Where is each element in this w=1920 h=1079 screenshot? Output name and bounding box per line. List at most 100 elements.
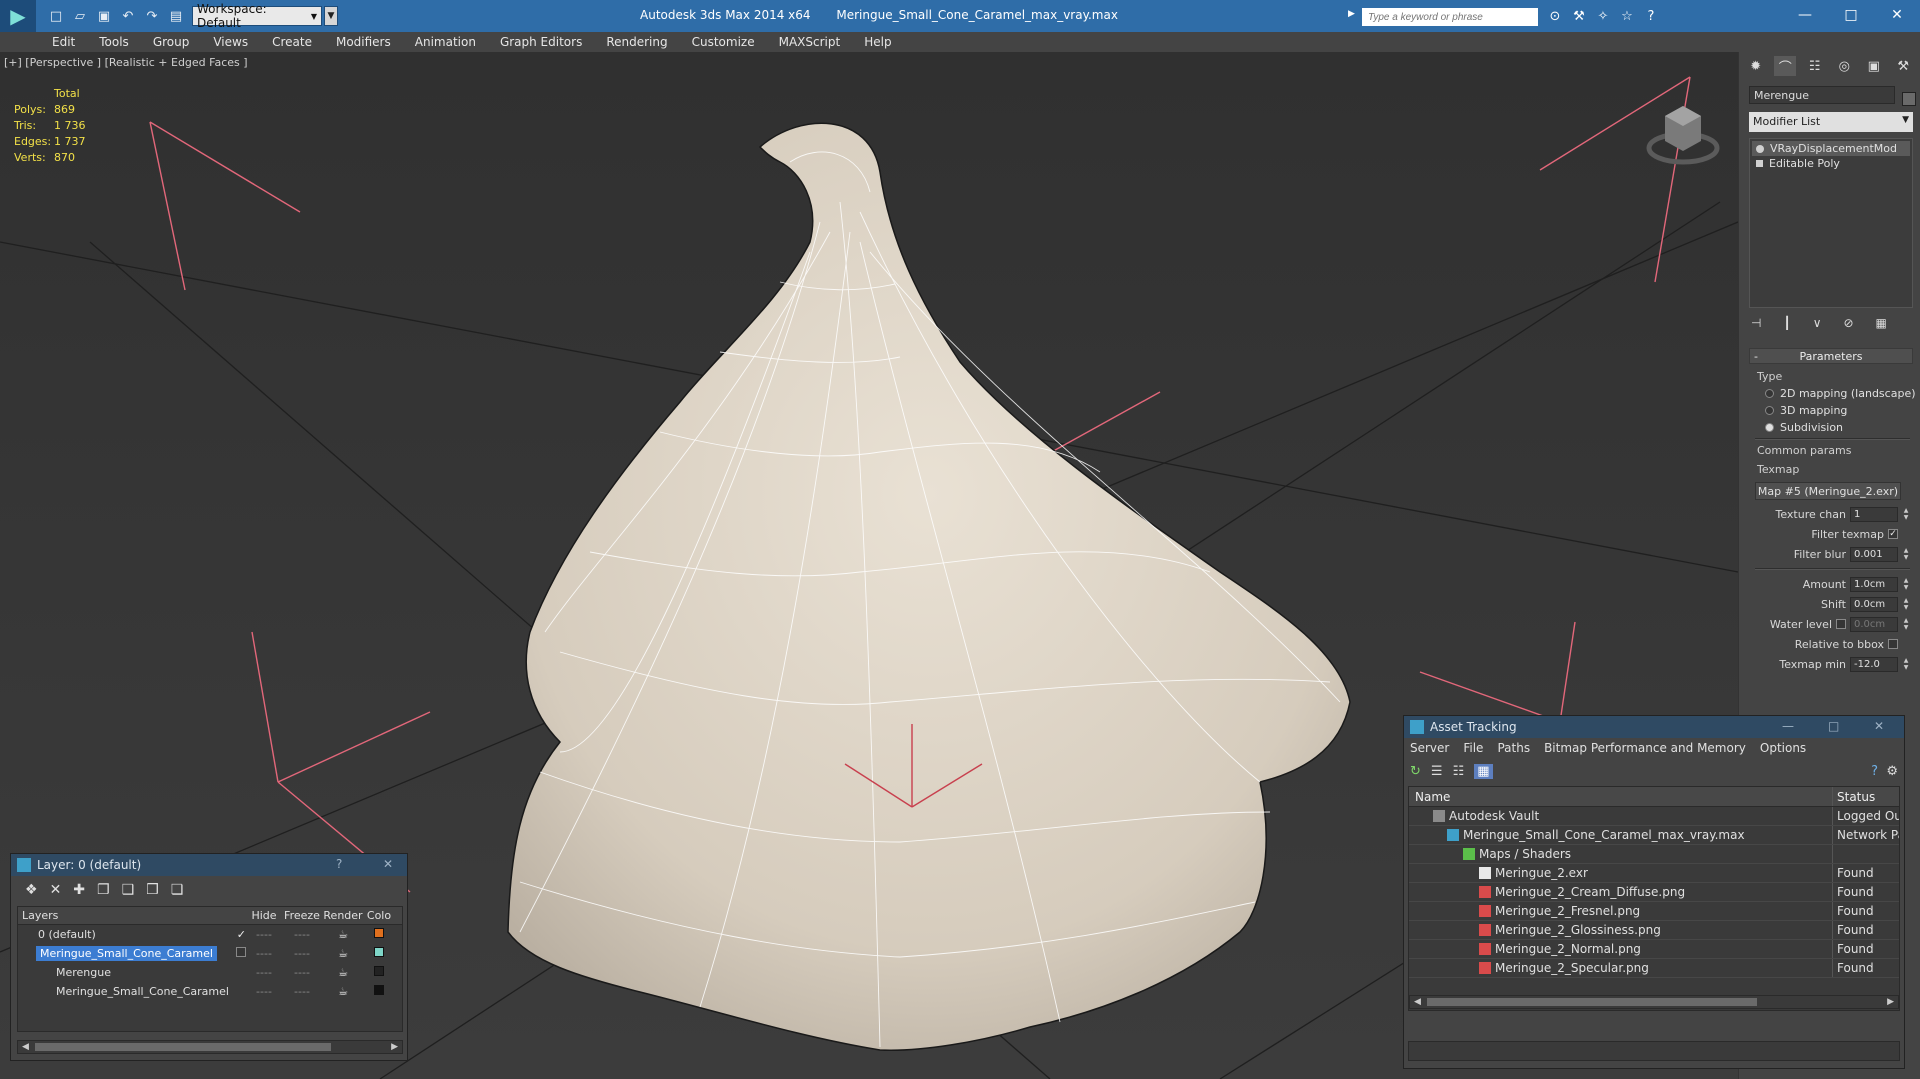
select-objects-icon[interactable]: ❐ [97,882,110,898]
maximize-icon[interactable]: □ [1828,0,1874,30]
freeze-toggle[interactable]: ---- [282,966,322,979]
motion-tab-icon[interactable]: ◎ [1833,56,1855,76]
remove-modifier-icon[interactable]: ⊘ [1843,316,1853,330]
layer-color-cell[interactable] [364,966,394,979]
app-logo-icon[interactable]: ▶ [0,0,36,32]
binoculars-icon[interactable]: ⊙ [1546,7,1564,25]
lightbulb-icon[interactable] [1756,144,1764,153]
relative-bbox-checkbox[interactable] [1888,639,1898,649]
filter-texmap-checkbox[interactable]: ✓ [1888,529,1898,539]
layer-row[interactable]: 0 (default) ✓ ---- ---- ☕ [18,925,402,944]
close-icon[interactable]: ✕ [383,857,393,871]
render-teapot-icon[interactable]: ☕ [322,928,364,941]
tree-view-icon[interactable]: ☷ [1453,764,1465,779]
radio-3d-mapping[interactable]: 3D mapping [1765,404,1920,417]
menu-options[interactable]: Options [1760,741,1806,755]
menu-help[interactable]: Help [864,35,891,49]
layer-color-swatch[interactable] [374,985,384,995]
show-end-result-icon[interactable]: ┃ [1783,316,1790,330]
spinner-arrows-icon[interactable]: ▲ ▼ [1902,507,1910,522]
col-hide[interactable]: Hide [246,909,282,922]
subscription-icon[interactable]: ⚒ [1570,7,1588,25]
texmap-button[interactable]: Map #5 (Meringue_2.exr) [1755,482,1901,500]
new-file-icon[interactable]: □ [46,6,66,26]
asset-row[interactable]: Meringue_2_Fresnel.png Found [1409,902,1899,921]
layer-color-cell[interactable] [364,928,394,941]
hide-toggle[interactable]: ---- [246,928,282,941]
layer-color-cell[interactable] [364,985,394,998]
asset-row[interactable]: Meringue_2_Normal.png Found [1409,940,1899,959]
menu-edit[interactable]: Edit [52,35,75,49]
project-folder-icon[interactable]: ▤ [166,6,186,26]
display-tab-icon[interactable]: ▣ [1863,56,1885,76]
hide-toggle[interactable]: ---- [246,947,282,960]
create-layer-icon[interactable]: ❖ [25,882,38,898]
radio-subdivision[interactable]: Subdivision [1765,421,1920,434]
communication-icon[interactable]: ✧ [1594,7,1612,25]
scroll-left-icon[interactable]: ◀ [1414,997,1421,1007]
menu-modifiers[interactable]: Modifiers [336,35,391,49]
utilities-tab-icon[interactable]: ⚒ [1892,56,1914,76]
modifier-list-dropdown[interactable]: Modifier List ▼ [1749,112,1913,132]
object-name-field[interactable]: Merengue [1749,86,1895,104]
filter-blur-spinner[interactable]: 0.001 [1850,546,1898,562]
menu-paths[interactable]: Paths [1497,741,1530,755]
freeze-toggle[interactable]: ---- [282,928,322,941]
asset-row[interactable]: Meringue_2.exr Found [1409,864,1899,883]
configure-sets-icon[interactable]: ▦ [1876,316,1887,330]
layer-row[interactable]: Merengue ---- ---- ☕ [18,963,402,982]
layer-color-swatch[interactable] [374,928,384,938]
spinner-arrows-icon[interactable]: ▲ ▼ [1902,597,1910,612]
col-freeze[interactable]: Freeze [282,909,322,922]
asset-row[interactable]: Meringue_2_Specular.png Found [1409,959,1899,978]
shift-spinner[interactable]: 0.0cm [1850,596,1898,612]
object-color-swatch[interactable] [1902,92,1916,106]
scroll-right-icon[interactable]: ▶ [391,1042,398,1052]
spinner-arrows-icon[interactable]: ▲ ▼ [1902,547,1910,562]
asset-row[interactable]: Meringue_2_Glossiness.png Found [1409,921,1899,940]
search-input[interactable] [1362,8,1538,26]
add-to-layer-icon[interactable]: ✚ [73,882,85,898]
amount-spinner[interactable]: 1.0cm [1850,576,1898,592]
scroll-thumb[interactable] [34,1043,332,1051]
asset-row[interactable]: Meringue_Small_Cone_Caramel_max_vray.max… [1409,826,1899,845]
stack-item-vraydisplacement[interactable]: VRayDisplacementMod [1752,141,1910,156]
help-icon[interactable]: ? [1871,764,1878,779]
layer-row[interactable]: Meringue_Small_Cone_Caramel ---- ---- ☕ [18,982,402,1001]
table-view-icon[interactable]: ▦ [1474,763,1493,779]
texture-chan-spinner[interactable]: 1 [1850,506,1898,522]
refresh-icon[interactable]: ↻ [1410,764,1421,779]
open-file-icon[interactable]: ▱ [70,6,90,26]
water-level-spinner[interactable]: 0.0cm [1850,616,1898,632]
hide-all-icon[interactable]: ❒ [146,882,159,898]
menu-create[interactable]: Create [272,35,312,49]
asset-horizontal-scrollbar[interactable]: ◀ ▶ [1409,995,1899,1009]
hide-toggle[interactable]: ---- [246,966,282,979]
hide-toggle[interactable]: ---- [246,985,282,998]
close-icon[interactable]: ✕ [1874,0,1920,30]
layer-window-titlebar[interactable]: Layer: 0 (default) ? ✕ [11,854,407,876]
menu-views[interactable]: Views [213,35,248,49]
menu-group[interactable]: Group [153,35,190,49]
col-color[interactable]: Colo [364,909,394,922]
settings-icon[interactable]: ⚙ [1886,764,1898,779]
viewcube-icon[interactable] [1645,86,1721,176]
scroll-left-icon[interactable]: ◀ [22,1042,29,1052]
expand-icon[interactable] [1756,160,1763,167]
col-layers[interactable]: Layers [18,909,246,922]
freeze-toggle[interactable]: ---- [282,947,322,960]
viewport-label-menu[interactable]: [+] [Perspective ] [Realistic + Edged Fa… [4,56,248,69]
list-view-icon[interactable]: ☰ [1431,764,1443,779]
water-level-checkbox[interactable] [1836,619,1846,629]
asset-window-titlebar[interactable]: Asset Tracking — □ ✕ [1404,716,1904,738]
freeze-all-icon[interactable]: ❏ [171,882,184,898]
stack-item-editable-poly[interactable]: Editable Poly [1752,156,1910,171]
spinner-arrows-icon[interactable]: ▲ ▼ [1902,577,1910,592]
minimize-icon[interactable]: — [1782,719,1794,733]
active-layer-checkbox[interactable] [236,947,246,957]
scroll-thumb[interactable] [1426,998,1758,1006]
redo-icon[interactable]: ↷ [142,6,162,26]
menu-bitmap-performance[interactable]: Bitmap Performance and Memory [1544,741,1746,755]
freeze-toggle[interactable]: ---- [282,985,322,998]
toolbar-overflow-icon[interactable]: ▼ [324,6,338,26]
